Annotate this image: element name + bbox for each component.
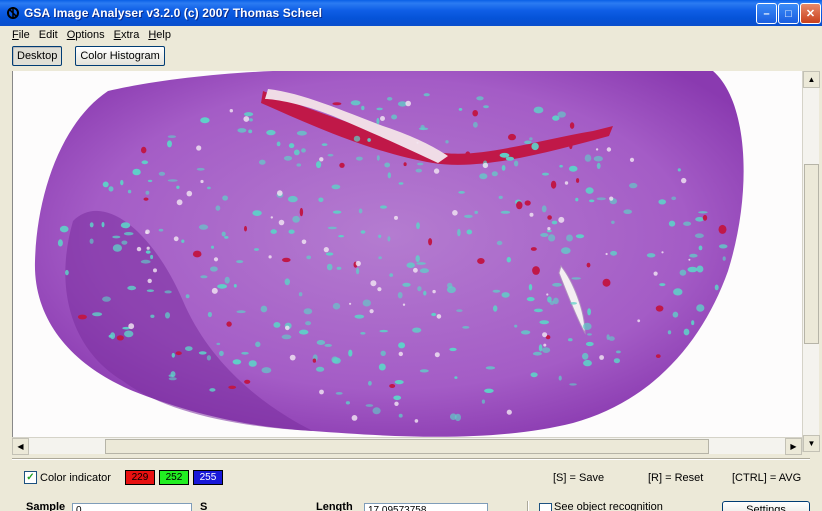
- maximize-button[interactable]: □: [778, 3, 799, 24]
- minimize-icon: –: [763, 7, 770, 20]
- divider: [12, 458, 810, 460]
- separator: [527, 501, 529, 511]
- green-value-box: 252: [158, 470, 189, 485]
- menu-edit[interactable]: Edit: [39, 29, 58, 41]
- tab-color-histogram[interactable]: Color Histogram: [75, 46, 165, 66]
- reset-shortcut-hint: [R] = Reset: [648, 472, 704, 484]
- color-indicator-label: Color indicator: [40, 471, 111, 484]
- horizontal-scroll-thumb[interactable]: [105, 439, 709, 454]
- app-logo-icon: [5, 5, 21, 21]
- arrow-left-icon: ◀: [17, 442, 24, 451]
- tissue-section-image: [34, 71, 744, 437]
- sample-label: Sample: [26, 501, 66, 511]
- arrow-down-icon: ▼: [807, 439, 816, 448]
- maximize-icon: □: [785, 7, 792, 20]
- close-button[interactable]: ✕: [800, 3, 821, 24]
- menu-extra[interactable]: Extra: [114, 29, 140, 41]
- scroll-up-button[interactable]: ▲: [803, 71, 820, 88]
- arrow-up-icon: ▲: [807, 75, 816, 84]
- horizontal-scrollbar[interactable]: ◀ ▶: [12, 437, 802, 455]
- color-indicator-row: ✓ Color indicator 229 252 255: [24, 470, 223, 485]
- tab-desktop[interactable]: Desktop: [12, 46, 63, 66]
- minimize-button[interactable]: –: [756, 3, 777, 24]
- settings-button[interactable]: Settings: [722, 501, 810, 511]
- vertical-scroll-thumb[interactable]: [804, 164, 819, 344]
- scroll-left-button[interactable]: ◀: [12, 438, 29, 455]
- menu-file[interactable]: File: [12, 29, 30, 41]
- red-value-box: 229: [124, 470, 155, 485]
- blue-value-box: 255: [192, 470, 223, 485]
- close-icon: ✕: [805, 8, 816, 20]
- image-canvas[interactable]: [12, 71, 802, 437]
- avg-shortcut-hint: [CTRL] = AVG: [732, 472, 802, 484]
- scroll-right-button[interactable]: ▶: [785, 438, 802, 455]
- menu-options[interactable]: Options: [67, 29, 105, 41]
- length-field[interactable]: 17.09573758: [364, 503, 488, 511]
- arrow-right-icon: ▶: [790, 442, 797, 451]
- s-label: S: [200, 501, 208, 511]
- window-title: GSA Image Analyser v3.2.0 (c) 2007 Thoma…: [24, 6, 323, 20]
- status-panel: ✓ Color indicator 229 252 255 [S] = Save…: [0, 455, 822, 511]
- sample-field[interactable]: 0: [72, 503, 192, 511]
- check-icon: ✓: [26, 472, 35, 483]
- menu-bar: File Edit Options Extra Help: [0, 26, 822, 44]
- menu-help[interactable]: Help: [148, 29, 171, 41]
- title-bar[interactable]: GSA Image Analyser v3.2.0 (c) 2007 Thoma…: [0, 0, 822, 26]
- see-object-recognition-checkbox[interactable]: [539, 503, 552, 511]
- length-label: Length: [316, 501, 353, 511]
- see-object-recognition-label: See object recognition: [554, 501, 663, 511]
- vertical-scrollbar[interactable]: ▲ ▼: [802, 71, 820, 452]
- scroll-down-button[interactable]: ▼: [803, 435, 820, 452]
- save-shortcut-hint: [S] = Save: [553, 472, 605, 484]
- view-tabs: Desktop Color Histogram: [12, 46, 165, 66]
- color-indicator-checkbox[interactable]: ✓: [24, 471, 37, 484]
